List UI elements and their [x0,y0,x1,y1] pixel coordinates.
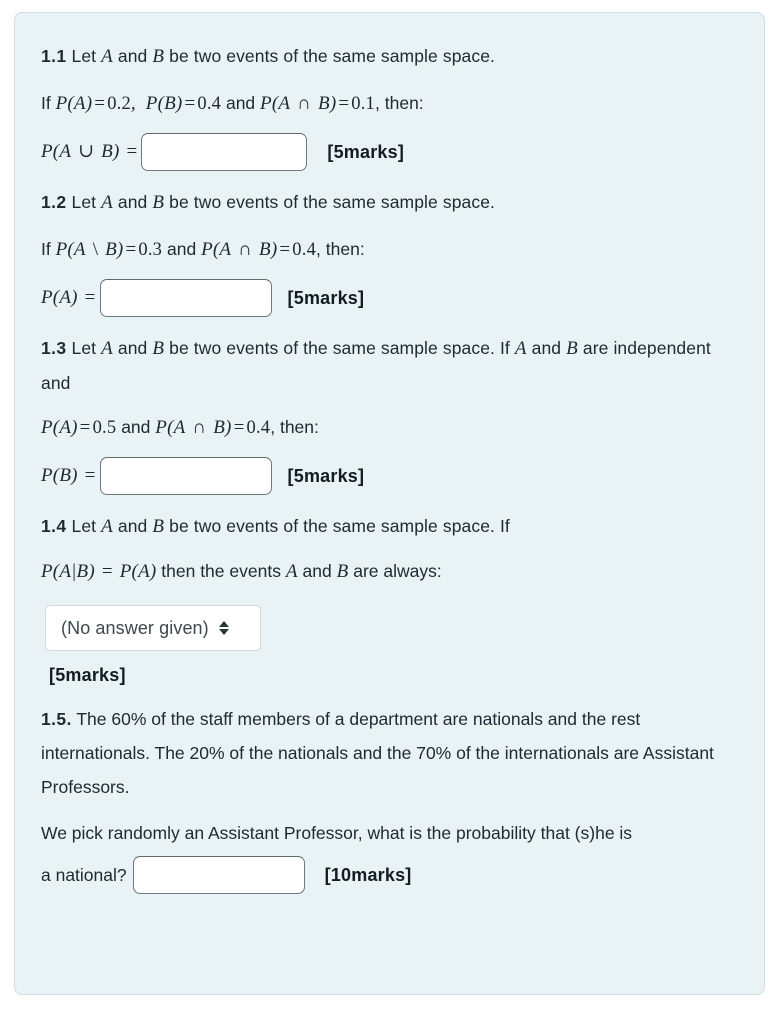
math-expression-difference: P(A \ B) = 0.3 [55,239,163,260]
question-1-5: 1.5. The 60% of the staff members of a d… [41,702,740,894]
question-1-1-answer-label: P(A ∪ B) = [41,141,138,162]
question-1-5-body: 1.5. The 60% of the staff members of a d… [41,702,731,804]
question-1-3: 1.3 Let A and B be two events of the sam… [41,331,740,495]
question-1-4-marks: [5marks] [49,665,126,685]
math-var-b: B [152,46,165,67]
question-1-1: 1.1 Let A and B be two events of the sam… [41,39,740,171]
question-1-2-number: 1.2 [41,192,67,212]
question-1-3-given: P(A) = 0.5 and P(A ∩ B) = 0.4, then: [41,417,319,438]
math-var-b: B [336,561,349,582]
question-1-1-stem: 1.1 Let A and B be two events of the sam… [41,39,740,74]
question-1-2-stem: 1.2 Let A and B be two events of the sam… [41,185,740,220]
question-1-5-answer-row: a national? [10marks] [41,856,740,894]
question-1-2-stem-text: Let A and B be two events of the same sa… [71,192,495,213]
math-expression-intersection: P(A ∩ B) = 0.4 [155,417,271,438]
quiz-card: 1.1 Let A and B be two events of the sam… [14,12,765,995]
question-1-4-stem: 1.4 Let A and B be two events of the sam… [41,509,740,544]
question-1-4-number: 1.4 [41,516,67,536]
question-1-5-answer-label: a national? [41,865,127,885]
question-1-4-select-value: (No answer given) [61,617,209,638]
math-expression-intersection: P(A ∩ B) = 0.1 [260,93,376,114]
question-1-5-number: 1.5. [41,709,72,729]
question-1-1-answer-input[interactable] [141,133,308,171]
question-1-1-marks: [5marks] [327,142,405,162]
question-1-5-body-text: The 60% of the staff members of a depart… [71,709,607,729]
question-1-1-number: 1.1 [41,46,67,66]
math-expression-conditional: P(A|B) = P(A) [41,561,157,582]
math-var-a: A [514,338,527,359]
question-1-2-answer-input[interactable] [99,279,272,317]
question-1-2-answer-row: P(A) = [5marks] [41,279,740,317]
question-1-1-stem-text: Let A and B be two events of the same sa… [71,46,495,67]
math-var-b: B [152,516,165,537]
math-expression-given: P(A) = 0.2, P(B) = 0.4 [55,93,222,114]
question-1-2: 1.2 Let A and B be two events of the sam… [41,185,740,317]
question-1-3-stem: 1.3 Let A and B be two events of the sam… [41,331,740,400]
question-1-4-condition: P(A|B) = P(A) then the events A and B ar… [41,561,442,582]
math-var-b: B [152,338,165,359]
math-var-a: A [101,516,113,537]
math-expression-pa: P(A) = 0.5 [41,417,117,438]
math-expression-intersection: P(A ∩ B) = 0.4 [201,239,317,260]
question-1-3-number: 1.3 [41,338,67,358]
question-1-5-answer-input[interactable] [132,856,305,894]
question-1-1-given: If P(A) = 0.2, P(B) = 0.4 and P(A ∩ B) = 0.1, … [41,93,424,114]
question-1-3-answer-input[interactable] [99,457,272,495]
question-1-1-answer-row: P(A ∪ B) = [5marks] [41,133,740,171]
math-var-a: A [101,46,113,67]
question-1-4-stem-text: Let A and B be two events of the same sa… [71,516,510,537]
math-var-a: A [285,561,298,582]
question-1-3-answer-label: P(B) = [41,465,96,486]
question-1-3-marks: [5marks] [287,466,365,486]
math-var-b: B [152,192,165,213]
question-1-4-answer-select[interactable]: (No answer given) [45,605,261,651]
stepper-updown-icon [218,621,229,635]
math-var-a: A [101,192,113,213]
question-1-2-given: If P(A \ B) = 0.3 and P(A ∩ B) = 0.4, then: [41,239,365,260]
question-1-4: 1.4 Let A and B be two events of the sam… [41,509,740,686]
question-1-2-answer-label: P(A) = [41,287,96,308]
math-var-b: B [566,338,578,359]
math-var-a: A [101,338,113,359]
question-1-5-prompt: We pick randomly an Assistant Professor,… [41,823,633,843]
question-1-2-marks: [5marks] [287,288,365,308]
question-1-3-answer-row: P(B) = [5marks] [41,457,740,495]
question-1-5-marks: [10marks] [324,865,412,885]
question-1-3-stem-text: Let A and B be two events of the same sa… [41,338,711,393]
